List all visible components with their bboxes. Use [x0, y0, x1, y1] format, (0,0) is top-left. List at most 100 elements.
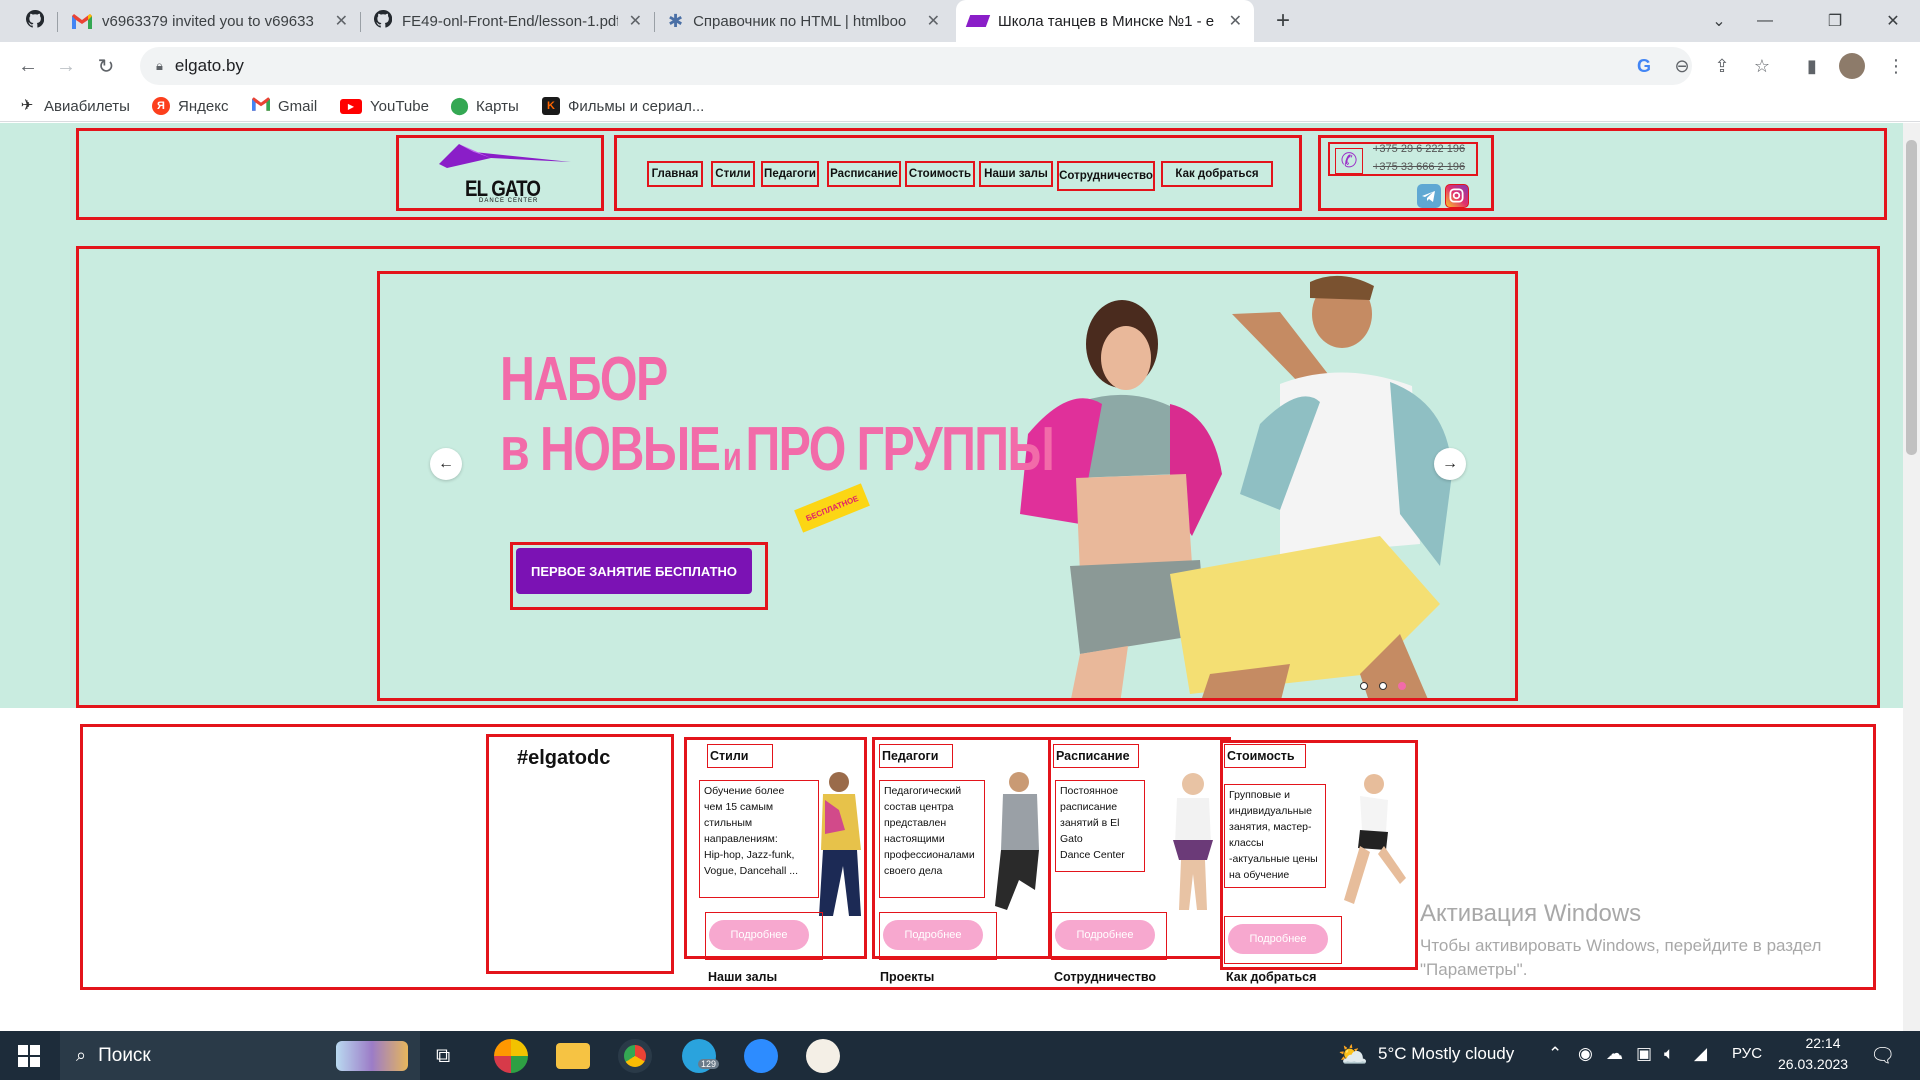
file-explorer-icon[interactable] [556, 1043, 590, 1069]
new-tab-button[interactable]: + [1260, 0, 1306, 42]
tray-meet-icon[interactable]: ▣ [1636, 1044, 1652, 1064]
weather-text[interactable]: 5°C Mostly cloudy [1378, 1044, 1514, 1064]
phone-number-1[interactable]: +375 29 6 222 196 [1373, 143, 1465, 155]
section-title-proekty[interactable]: Проекты [880, 970, 934, 984]
tray-date[interactable]: 26.03.2023 [1778, 1056, 1868, 1072]
nav-raspisanie[interactable]: Расписание [827, 161, 901, 187]
card-description: Обучение более чем 15 самым стильным направ… [699, 780, 819, 898]
task-view-icon[interactable]: ⧉ [436, 1045, 450, 1068]
menu-dots-icon[interactable]: ⋮ [1880, 50, 1912, 82]
card-details-button[interactable]: Подробнее [1055, 920, 1155, 950]
tray-chevron-icon[interactable]: ⌃ [1548, 1044, 1562, 1064]
restore-button[interactable]: ❐ [1812, 0, 1858, 42]
bookmark-gmail[interactable]: Gmail [252, 94, 317, 118]
back-arrow-icon[interactable]: ← [10, 48, 46, 84]
chrome-icon[interactable] [618, 1039, 652, 1073]
zoom-app-icon[interactable] [744, 1039, 778, 1073]
tab-github-1[interactable] [14, 0, 58, 42]
instagram-icon[interactable] [1445, 184, 1469, 208]
section-title-nashi-zaly[interactable]: Наши залы [708, 970, 777, 984]
card-details-button[interactable]: Подробнее [1228, 924, 1328, 954]
tray-language[interactable]: РУС [1732, 1045, 1762, 1062]
zoom-icon[interactable]: ⊖ [1666, 50, 1698, 82]
kinopoisk-icon: K [542, 97, 560, 115]
bookmark-yandex[interactable]: Я Яндекс [152, 94, 228, 118]
tray-record-icon[interactable]: ◉ [1578, 1044, 1593, 1064]
tray-volume-icon[interactable]: 🔈︎ [1664, 1044, 1674, 1064]
cta-button[interactable]: ПЕРВОЕ ЗАНЯТИЕ БЕСПЛАТНО [516, 548, 752, 594]
section-title-kak-dobratsya[interactable]: Как добраться [1226, 970, 1316, 984]
close-icon[interactable]: ✕ [621, 11, 642, 31]
scrollbar-thumb[interactable] [1906, 140, 1917, 455]
card-stoimost[interactable]: Стоимость Групповые и индивидуальные занят… [1220, 740, 1418, 970]
tab-elgato-active[interactable]: Школа танцев в Минске №1 - e ✕ [956, 0, 1254, 42]
card-description: Групповые и индивидуальные занятия, мастер… [1224, 784, 1326, 888]
bookmark-star-icon[interactable]: ☆ [1746, 50, 1778, 82]
card-details-button[interactable]: Подробнее [709, 920, 809, 950]
card-description: Педагогический состав центра представлен на… [879, 780, 985, 898]
telegram-app-icon[interactable]: 129 [682, 1039, 720, 1073]
close-icon[interactable]: ✕ [919, 11, 940, 31]
card-pedagogi[interactable]: Педагоги Педагогический состав центра пред… [872, 737, 1055, 960]
address-bar[interactable]: 🔒︎ elgato.by [140, 47, 1692, 85]
tab-title: FE49-onl-Front-End/lesson-1.pdf [402, 12, 618, 30]
minimize-button[interactable]: — [1742, 0, 1788, 42]
bookmark-aviabilety[interactable]: ✈ Авиабилеты [18, 94, 130, 118]
profile-avatar[interactable] [1836, 50, 1868, 82]
bookmark-youtube[interactable]: ▶ YouTube [340, 94, 429, 118]
nav-pedagogi[interactable]: Педагоги [761, 161, 819, 187]
telegram-icon[interactable] [1417, 184, 1441, 208]
nav-kak-dobratsya[interactable]: Как добраться [1161, 161, 1273, 187]
nav-nashi-zaly[interactable]: Наши залы [979, 161, 1053, 187]
logo-subtext: DANCE CENTER [479, 198, 539, 204]
forward-arrow-icon[interactable]: → [48, 48, 84, 84]
card-raspisanie[interactable]: Расписание Постоянное расписание занятий в… [1048, 737, 1231, 960]
tab-search-chevron-icon[interactable]: ⌄ [1696, 0, 1742, 42]
nav-stili[interactable]: Стили [711, 161, 755, 187]
close-icon[interactable]: ✕ [327, 11, 348, 31]
slider-dot-2[interactable] [1379, 682, 1387, 690]
tab-gmail[interactable]: v6963379 invited you to v696337 ✕ [60, 0, 360, 42]
tab-github-lesson[interactable]: FE49-onl-Front-End/lesson-1.pdf ✕ [362, 0, 654, 42]
yandex-icon: Я [152, 97, 170, 115]
slider-dot-1[interactable] [1360, 682, 1368, 690]
logo-box[interactable]: EL GATO DANCE CENTER [396, 135, 604, 211]
card-stili[interactable]: Стили Обучение более чем 15 самым стильным… [684, 737, 867, 960]
phone-number-2[interactable]: +375 33 666 2 196 [1373, 161, 1465, 173]
windows-taskbar: ⌕ Поиск ⧉ 129 ⛅ 5°C Mostly cloudy ⌃ ◉ ☁ … [0, 1031, 1920, 1080]
windows-activation-text: Чтобы активировать Windows, перейдите в … [1420, 936, 1822, 979]
bookmark-maps[interactable]: ⬤ Карты [450, 94, 519, 118]
windows-start-icon[interactable] [18, 1045, 40, 1067]
nav-sotrudnichestvo[interactable]: Сотрудничество [1057, 161, 1155, 191]
maps-icon: ⬤ [450, 96, 470, 115]
gmail-icon [252, 97, 270, 115]
share-icon[interactable]: ⇪ [1706, 50, 1738, 82]
bookmarks-bar: ✈ Авиабилеты Я Яндекс Gmail ▶ YouTube ⬤ … [0, 90, 1920, 122]
close-icon[interactable]: ✕ [1221, 11, 1242, 31]
google-translate-icon[interactable]: G [1628, 50, 1660, 82]
tray-cloud-icon[interactable]: ☁ [1606, 1044, 1623, 1064]
bookmark-films[interactable]: K Фильмы и сериал... [542, 94, 704, 118]
tray-network-icon[interactable]: ◢ [1694, 1044, 1707, 1064]
tab-htmlbook[interactable]: ✱ Справочник по HTML | htmlboo ✕ [656, 0, 952, 42]
side-panel-icon[interactable]: ▮ [1796, 50, 1828, 82]
taskbar-search-box[interactable]: ⌕ Поиск [60, 1031, 420, 1080]
slider-next-arrow-icon[interactable]: → [1434, 448, 1466, 480]
github-icon [25, 9, 45, 32]
paint-palette-icon[interactable] [806, 1039, 840, 1073]
reload-icon[interactable]: ↻ [88, 48, 124, 84]
close-window-button[interactable]: ✕ [1870, 0, 1916, 42]
nav-stoimost[interactable]: Стоимость [905, 161, 975, 187]
hashtag-title: #elgatodc [517, 747, 611, 769]
dancer-image [1173, 773, 1213, 910]
paint-app-icon[interactable] [494, 1039, 528, 1073]
nav-glavnaya[interactable]: Главная [647, 161, 703, 187]
slider-dot-3-active[interactable] [1398, 682, 1406, 690]
htmlbook-icon: ✱ [668, 10, 684, 31]
notifications-icon[interactable]: 🗨︎ [1870, 1043, 1895, 1068]
slider-prev-arrow-icon[interactable]: ← [430, 448, 462, 480]
tray-time[interactable]: 22:14 [1790, 1035, 1856, 1051]
card-details-button[interactable]: Подробнее [883, 920, 983, 950]
section-title-sotrudnichestvo[interactable]: Сотрудничество [1054, 970, 1156, 984]
search-highlight-image [336, 1041, 408, 1071]
